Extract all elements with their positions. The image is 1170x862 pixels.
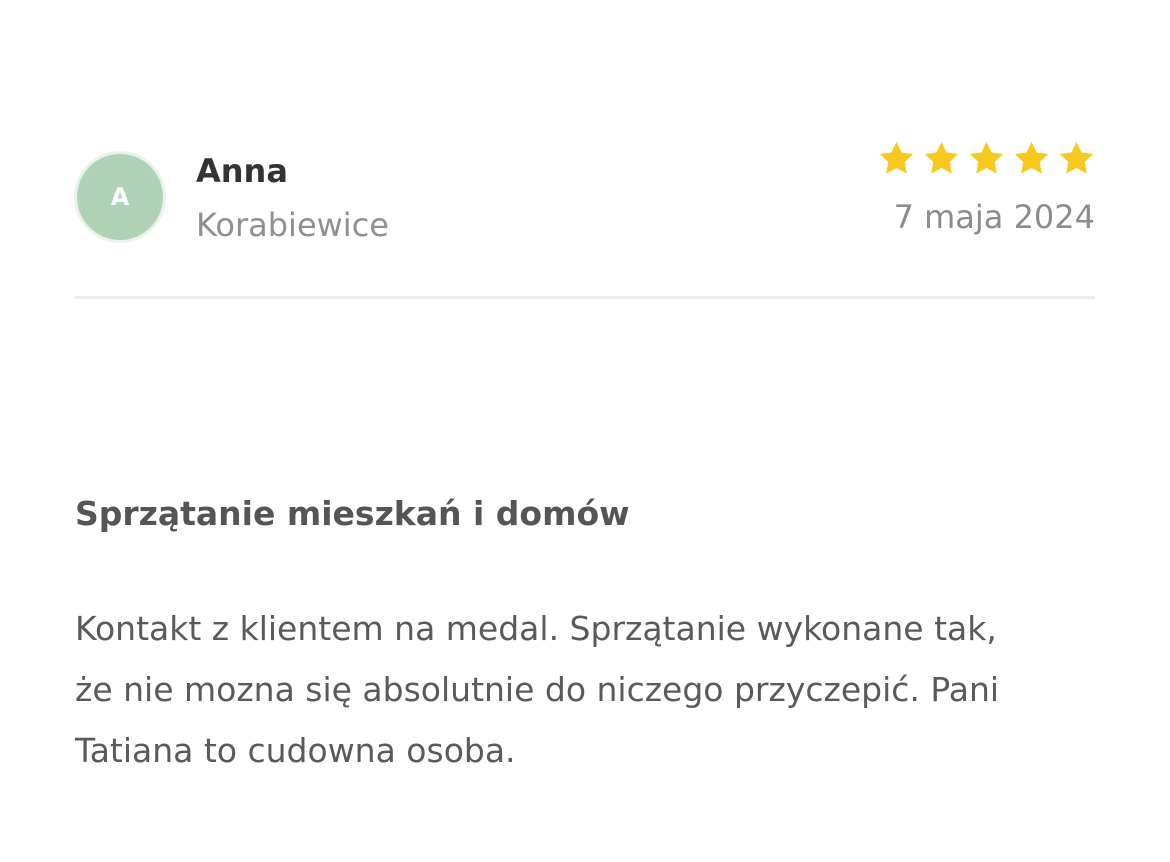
star-rating xyxy=(878,140,1095,177)
review-card: A Anna Korabiewice 7 maja 2024 Sprzątani… xyxy=(75,0,1095,862)
avatar: A xyxy=(77,154,163,240)
star-icon xyxy=(923,140,960,177)
star-icon xyxy=(1013,140,1050,177)
review-text: Kontakt z klientem na medal. Sprzątanie … xyxy=(75,598,1095,781)
review-text-line: Tatiana to cudowna osoba. xyxy=(75,731,516,770)
review-date: 7 maja 2024 xyxy=(893,198,1095,236)
divider xyxy=(75,296,1095,299)
star-icon xyxy=(878,140,915,177)
star-icon xyxy=(1058,140,1095,177)
author-name: Anna xyxy=(196,152,288,190)
star-icon xyxy=(968,140,1005,177)
review-text-line: że nie mozna się absolutnie do niczego p… xyxy=(75,670,1000,709)
service-title: Sprzątanie mieszkań i domów xyxy=(75,494,630,533)
author-location: Korabiewice xyxy=(196,206,389,244)
review-header: A Anna Korabiewice 7 maja 2024 xyxy=(75,141,1095,250)
review-text-line: Kontakt z klientem na medal. Sprzątanie … xyxy=(75,609,997,648)
